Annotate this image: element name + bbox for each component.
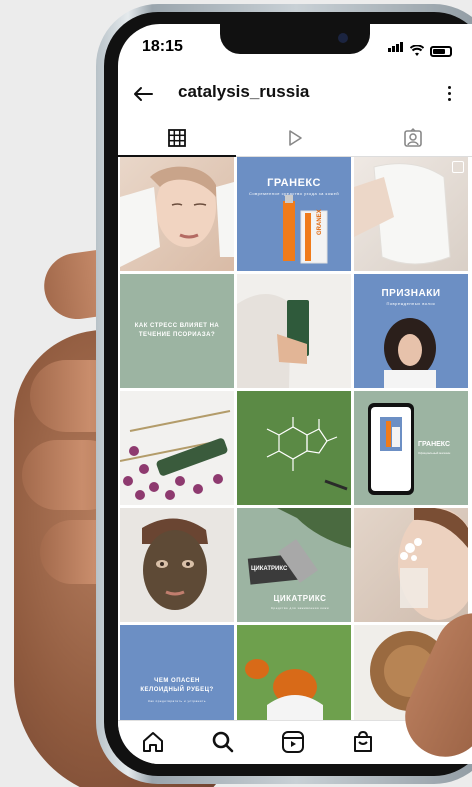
notch: [220, 24, 370, 54]
phone-screen: 18:15 catalysis_russia ГРАНЕКС Современн…: [118, 24, 472, 764]
post-thumbnail[interactable]: ПРИЗНАКИ Поврежденных волос: [354, 274, 468, 388]
battery-icon: [430, 46, 452, 57]
status-icons: [388, 39, 452, 57]
more-options-icon[interactable]: [444, 80, 454, 106]
camera-icon: [338, 33, 348, 43]
product-tube-icon: [283, 195, 328, 264]
back-arrow-icon[interactable]: [130, 81, 156, 107]
product-box-photo: [237, 294, 309, 388]
signal-icon: [388, 39, 404, 57]
post-thumbnail[interactable]: [237, 391, 351, 505]
post-thumbnail[interactable]: [120, 391, 234, 505]
product-brand: GRANEX: [317, 209, 323, 235]
post-thumbnail[interactable]: ЦИКАТРИКС ЦИКАТРИКС Средство для заживле…: [237, 508, 351, 622]
profile-tabs: [118, 120, 472, 157]
post-subtitle: Официальный магазин: [418, 451, 451, 455]
flowers-product-photo: [120, 410, 231, 500]
post-title: ЦИКАТРИКС: [273, 594, 327, 603]
tab-reels[interactable]: [236, 120, 354, 156]
post-thumbnail[interactable]: КАК СТРЕСС ВЛИЯЕТ НА ТЕЧЕНИЕ ПСОРИАЗА?: [120, 274, 234, 388]
home-icon[interactable]: [140, 729, 166, 755]
post-thumbnail[interactable]: [120, 157, 234, 271]
post-thumbnail[interactable]: [354, 157, 468, 271]
play-icon: [289, 130, 302, 146]
phone-mockup-icon: [368, 403, 414, 495]
tagged-user-icon: [404, 128, 422, 147]
profile-username: catalysis_russia: [178, 82, 310, 101]
post-thumbnail[interactable]: ГРАНЕКС Официальный магазин: [354, 391, 468, 505]
wifi-icon: [410, 45, 424, 56]
post-caption: КАК СТРЕСС ВЛИЯЕТ НА ТЕЧЕНИЕ ПСОРИАЗА?: [134, 323, 220, 338]
post-thumbnail[interactable]: [354, 508, 468, 622]
grid-icon: [168, 128, 186, 147]
product-name: ЦИКАТРИКС: [251, 566, 288, 572]
status-time: 18:15: [142, 38, 183, 55]
tab-tagged[interactable]: [354, 120, 472, 156]
post-title: ГРАНЕКС: [418, 441, 451, 448]
post-thumbnail[interactable]: ГРАНЕКС Современное средство ухода за ко…: [237, 157, 351, 271]
woman-photo: [384, 318, 436, 388]
caffeine-molecule-diagram: [266, 417, 348, 491]
stage: 18:15 catalysis_russia ГРАНЕКС Современн…: [0, 0, 472, 787]
post-subtitle: Как предотвратить и устранить: [148, 699, 206, 703]
face-photo: [120, 166, 234, 267]
multi-photo-icon: [452, 161, 464, 173]
sheet-mask-photo: [354, 163, 451, 265]
post-caption: ЧЕМ ОПАСЕН КЕЛОИДНЫЙ РУБЕЦ?: [140, 678, 214, 693]
post-subtitle: Средство для заживления кожи: [270, 606, 330, 610]
shop-bag-icon[interactable]: [350, 729, 376, 755]
profile-header: catalysis_russia: [118, 76, 472, 116]
post-thumbnail[interactable]: [237, 274, 351, 388]
clay-mask-photo: [142, 518, 208, 610]
search-icon[interactable]: [210, 729, 236, 755]
woman-flowers-photo: [398, 508, 468, 620]
post-thumbnail[interactable]: [120, 508, 234, 622]
reels-icon[interactable]: [280, 729, 306, 755]
tab-posts-grid[interactable]: [118, 120, 236, 157]
cicatrix-product-photo: [247, 508, 351, 585]
